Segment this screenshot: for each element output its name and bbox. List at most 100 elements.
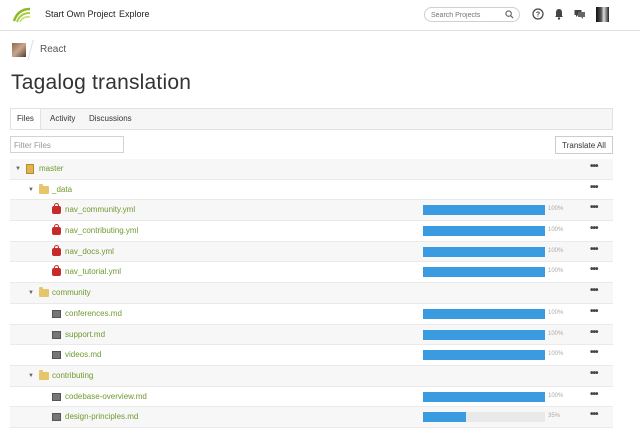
more-options-icon[interactable]: ••• [590,327,598,338]
progress-percent: 100% [548,247,564,254]
translate-all-button[interactable]: Translate All [555,136,613,154]
progress-bar-fill [423,412,466,423]
more-options-icon[interactable]: ••• [590,202,598,213]
tab-bar: Files Activity Discussions [10,108,613,130]
file-row[interactable]: nav_docs.yml 100% ••• [10,241,613,263]
breadcrumb-separator [27,40,34,60]
file-name-link[interactable]: design-principles.md [65,412,138,421]
file-row[interactable]: nav_tutorial.yml 100% ••• [10,262,613,284]
file-name-link[interactable]: nav_contributing.yml [65,226,138,235]
lock-icon [52,244,61,256]
folder-row[interactable]: ▼ community ••• [10,283,613,304]
progress-bar-fill [423,391,545,402]
folder-icon [39,183,49,194]
progress-bar [423,205,545,216]
progress-percent: 100% [548,330,564,337]
folder-row[interactable]: ▼ contributing ••• [10,365,613,387]
filter-files-input[interactable] [14,140,118,150]
notifications-bell-icon[interactable] [554,8,564,20]
tab-discussions[interactable]: Discussions [83,109,138,129]
document-icon [52,413,61,422]
file-row[interactable]: design-principles.md 35% ••• [10,407,613,428]
lock-icon [52,265,61,277]
document-icon [52,351,61,360]
progress-bar-fill [423,308,545,319]
search-box [424,7,520,22]
more-options-icon[interactable]: ••• [590,244,598,255]
search-input[interactable] [431,10,503,20]
file-row[interactable]: conferences.md 100% ••• [10,304,613,325]
explore-link[interactable]: Explore [119,9,150,19]
more-options-icon[interactable]: ••• [590,264,598,275]
file-name-link[interactable]: conferences.md [65,309,122,318]
more-options-icon[interactable]: ••• [590,285,598,296]
expand-caret-icon[interactable]: ▼ [28,187,34,193]
more-options-icon[interactable]: ••• [590,306,598,317]
file-row[interactable]: nav_community.yml 100% ••• [10,200,613,222]
file-name-link[interactable]: codebase-overview.md [65,392,147,401]
progress-bar [423,329,545,340]
document-icon [52,392,61,401]
progress-bar-fill [423,267,545,278]
document-icon [52,309,61,318]
file-name-link[interactable]: support.md [65,330,105,339]
help-icon[interactable]: ? [532,8,544,20]
more-options-icon[interactable]: ••• [590,347,598,358]
expand-caret-icon[interactable]: ▼ [15,166,21,172]
folder-row[interactable]: ▼ _data ••• [10,180,613,201]
messages-icon[interactable] [574,8,586,20]
progress-bar [423,412,545,423]
folder-name-link[interactable]: _data [52,185,72,194]
file-tree: ▼ master ••• ▼ _data ••• nav_community.yml 100%… [10,159,613,428]
progress-percent: 100% [548,309,564,316]
more-options-icon[interactable]: ••• [590,409,598,420]
folder-icon [39,287,49,298]
progress-bar-fill [423,329,545,340]
more-options-icon[interactable]: ••• [590,389,598,400]
search-icon[interactable] [505,10,514,19]
tab-activity[interactable]: Activity [44,109,81,129]
document-icon [52,330,61,339]
folder-name-link[interactable]: community [52,288,91,297]
progress-percent: 100% [548,351,564,358]
user-avatar[interactable] [596,7,609,22]
folder-name-link[interactable]: contributing [52,371,93,380]
progress-bar [423,246,545,257]
expand-caret-icon[interactable]: ▼ [28,373,34,379]
more-options-icon[interactable]: ••• [590,182,598,193]
progress-bar-fill [423,226,545,237]
file-row[interactable]: videos.md 100% ••• [10,345,613,366]
folder-icon [39,369,49,380]
page-title: Tagalog translation [11,71,192,94]
filter-box [10,136,124,153]
more-options-icon[interactable]: ••• [590,368,598,379]
file-row[interactable]: support.md 100% ••• [10,324,613,346]
progress-percent: 100% [548,268,564,275]
progress-bar [423,350,545,361]
progress-percent: 100% [548,206,564,213]
file-name-link[interactable]: nav_community.yml [65,205,135,214]
file-name-link[interactable]: videos.md [65,350,101,359]
more-options-icon[interactable]: ••• [590,223,598,234]
tab-files[interactable]: Files [11,109,41,129]
svg-text:?: ? [536,12,540,19]
file-name-link[interactable]: nav_docs.yml [65,247,114,256]
breadcrumb-project-link[interactable]: React [40,44,66,55]
progress-percent: 100% [548,227,564,234]
start-own-project-link[interactable]: Start Own Project [45,9,116,19]
more-options-icon[interactable]: ••• [590,161,598,172]
progress-bar [423,267,545,278]
repo-name-link[interactable]: master [39,164,63,173]
app-logo-icon[interactable] [12,7,32,23]
progress-percent: 100% [548,392,564,399]
progress-bar-fill [423,350,545,361]
file-row[interactable]: nav_contributing.yml 100% ••• [10,221,613,242]
file-name-link[interactable]: nav_tutorial.yml [65,267,121,276]
branch-row[interactable]: ▼ master ••• [10,159,613,180]
repo-branch-icon [26,164,34,174]
expand-caret-icon[interactable]: ▼ [28,290,34,296]
project-avatar[interactable] [12,43,26,57]
top-navbar: Start Own Project Explore ? [0,0,640,31]
progress-percent: 35% [548,413,561,420]
file-row[interactable]: codebase-overview.md 100% ••• [10,387,613,408]
